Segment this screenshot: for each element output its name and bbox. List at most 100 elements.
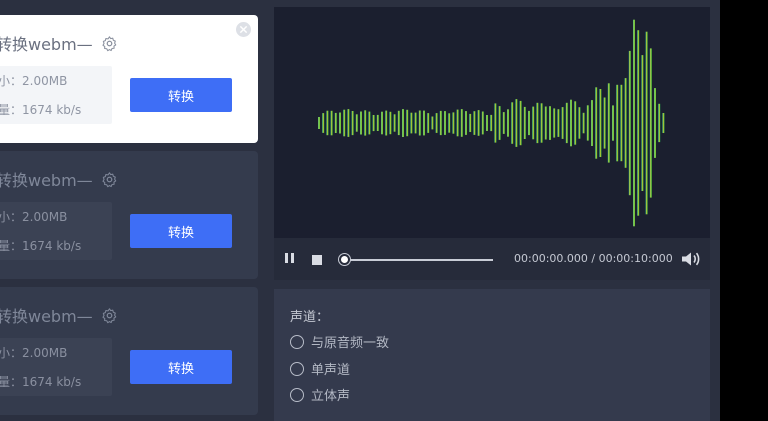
wave-bar bbox=[570, 99, 572, 147]
wave-bar bbox=[326, 110, 329, 136]
pause-icon[interactable] bbox=[285, 250, 299, 266]
wave-bar bbox=[486, 115, 488, 131]
wave-bar bbox=[318, 117, 320, 129]
file-bitrate: 量：1674 kb/s bbox=[0, 103, 82, 117]
wave-bar bbox=[565, 102, 568, 144]
wave-bar bbox=[465, 111, 467, 135]
wave-bar bbox=[351, 111, 354, 136]
wave-bar bbox=[519, 100, 522, 146]
wave-bar bbox=[654, 88, 656, 158]
waveform-view bbox=[274, 7, 710, 238]
wave-bar bbox=[355, 114, 358, 132]
convert-button[interactable]: 转换 bbox=[130, 350, 232, 384]
wave-bar bbox=[460, 109, 463, 137]
wave-bar bbox=[448, 113, 451, 133]
wave-bar bbox=[322, 113, 325, 133]
app-window: 转换webm— 小：2.00MB 量：1674 kb/s 转换 转换webm— bbox=[0, 0, 768, 421]
wave-bar bbox=[389, 111, 392, 135]
wave-bar bbox=[368, 111, 371, 135]
wave-bar bbox=[439, 110, 442, 136]
file-card-2[interactable]: 转换webm— 小：2.00MB 量：1674 kb/s 转换 bbox=[0, 151, 258, 279]
radio-label: 与原音频一致 bbox=[311, 336, 390, 351]
radio-label: 立体声 bbox=[311, 389, 351, 404]
gear-icon[interactable] bbox=[101, 171, 118, 188]
close-icon[interactable] bbox=[236, 22, 251, 37]
file-info-box: 小：2.00MB 量：1674 kb/s bbox=[0, 202, 112, 260]
gear-icon[interactable] bbox=[101, 35, 118, 52]
wave-bar bbox=[553, 108, 556, 138]
wave-bar bbox=[397, 110, 400, 136]
wave-bar bbox=[364, 110, 367, 136]
wave-bar bbox=[557, 109, 560, 137]
wave-bar bbox=[477, 110, 480, 136]
wave-bar bbox=[410, 112, 413, 134]
file-title: 转换webm— bbox=[0, 303, 118, 327]
wave-bar bbox=[385, 110, 388, 136]
wave-bar bbox=[456, 109, 459, 137]
file-card-3[interactable]: 转换webm— 小：2.00MB 量：1674 kb/s 转换 bbox=[0, 287, 258, 415]
wave-bar bbox=[452, 112, 455, 134]
wave-bar bbox=[586, 105, 589, 141]
wave-bar bbox=[532, 106, 535, 140]
radio-option-original[interactable]: 与原音频一致 bbox=[290, 332, 389, 351]
file-size: 小：2.00MB bbox=[0, 74, 68, 88]
wave-bar bbox=[599, 89, 602, 157]
player-controls: 00:00:00.000 / 00:00:10:000 bbox=[274, 238, 710, 280]
progress-handle[interactable] bbox=[339, 254, 350, 265]
radio-option-stereo[interactable]: 立体声 bbox=[290, 385, 350, 404]
radio-icon[interactable] bbox=[290, 387, 304, 402]
file-info-box: 小：2.00MB 量：1674 kb/s bbox=[0, 338, 112, 396]
wave-bar bbox=[343, 109, 346, 137]
wave-bar bbox=[540, 103, 543, 143]
file-title: 转换webm— bbox=[0, 31, 118, 55]
wave-bar bbox=[616, 84, 619, 162]
wave-bar bbox=[481, 111, 484, 135]
volume-icon[interactable] bbox=[681, 251, 701, 267]
file-title-text: 转换webm— bbox=[0, 35, 93, 54]
radio-option-mono[interactable]: 单声道 bbox=[290, 359, 350, 378]
wave-bar bbox=[347, 109, 350, 137]
convert-button[interactable]: 转换 bbox=[130, 214, 232, 248]
gear-icon[interactable] bbox=[101, 307, 118, 324]
wave-bar bbox=[637, 30, 640, 216]
channel-settings: 声道： 与原音频一致 单声道 立体声 bbox=[274, 289, 710, 421]
radio-label: 单声道 bbox=[311, 363, 351, 378]
file-list-panel: 转换webm— 小：2.00MB 量：1674 kb/s 转换 转换webm— bbox=[0, 0, 266, 421]
convert-button[interactable]: 转换 bbox=[130, 78, 232, 112]
file-card-1[interactable]: 转换webm— 小：2.00MB 量：1674 kb/s 转换 bbox=[0, 15, 258, 143]
wave-bar bbox=[561, 107, 564, 139]
stop-icon[interactable] bbox=[312, 255, 322, 265]
wave-bar bbox=[511, 102, 514, 144]
wave-bar bbox=[469, 113, 472, 132]
wave-bar bbox=[578, 107, 581, 139]
radio-icon[interactable] bbox=[290, 361, 304, 376]
file-info-box: 小：2.00MB 量：1674 kb/s bbox=[0, 66, 112, 124]
wave-bar bbox=[360, 111, 362, 135]
wave-bar bbox=[658, 103, 661, 143]
wave-bar bbox=[607, 83, 610, 163]
outside-window bbox=[720, 0, 768, 421]
wave-bar bbox=[376, 114, 379, 131]
radio-icon[interactable] bbox=[290, 334, 304, 349]
wave-bar bbox=[536, 102, 539, 144]
file-size: 小：2.00MB bbox=[0, 346, 68, 360]
channel-label: 声道： bbox=[290, 310, 330, 325]
progress-track[interactable] bbox=[344, 259, 493, 261]
wave-bar bbox=[423, 110, 425, 136]
wave-bar bbox=[649, 48, 652, 198]
wave-bar bbox=[595, 87, 598, 159]
wave-bar bbox=[372, 115, 375, 132]
wave-bar bbox=[402, 109, 404, 137]
window-edge bbox=[710, 0, 720, 421]
wave-bar bbox=[603, 97, 606, 149]
wave-bar bbox=[507, 109, 509, 137]
wave-bar bbox=[427, 113, 430, 133]
wave-bar bbox=[574, 101, 577, 145]
wave-bar bbox=[582, 112, 585, 134]
wave-bar bbox=[444, 111, 446, 135]
wave-bar bbox=[628, 50, 631, 196]
wave-bar bbox=[641, 55, 644, 191]
preview-player: 00:00:00.000 / 00:00:10:000 bbox=[274, 7, 710, 280]
wave-bar bbox=[339, 112, 341, 134]
wave-bar bbox=[334, 112, 337, 133]
